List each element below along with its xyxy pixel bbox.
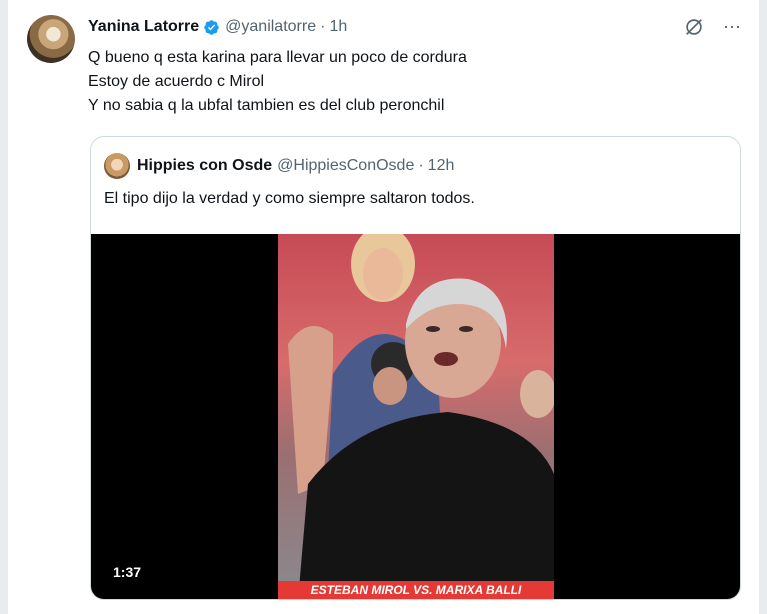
quoted-author-avatar	[104, 153, 130, 179]
author-name[interactable]: Yanina Latorre	[88, 18, 199, 36]
tweet-timestamp[interactable]: 1h	[329, 18, 347, 36]
grok-icon[interactable]	[683, 16, 705, 38]
video-duration: 1:37	[113, 564, 142, 580]
video-thumbnail	[278, 234, 554, 599]
video-scene-image	[288, 234, 554, 599]
author-handle[interactable]: @yanilatorre	[225, 18, 316, 36]
tweet-line: Y no sabia q la ubfal tambien es del clu…	[88, 97, 445, 114]
author-avatar[interactable]	[27, 15, 75, 63]
more-icon[interactable]: ⋯	[723, 17, 741, 37]
separator-dot: ·	[418, 157, 424, 174]
quoted-tweet[interactable]: Hippies con Osde @HippiesConOsde · 12h E…	[90, 136, 741, 600]
tweet-line: Q bueno q esta karina para llevar un poc…	[88, 49, 467, 66]
quoted-tweet-header: Hippies con Osde @HippiesConOsde · 12h	[104, 153, 454, 179]
video-player[interactable]: ESTEBAN MIROL VS. MARIXA BALLI 1:37	[91, 234, 740, 599]
tweet-card[interactable]: Yanina Latorre @yanilatorre · 1h ⋯ Q bue…	[8, 0, 759, 614]
quoted-author-handle: @HippiesConOsde	[277, 157, 415, 174]
separator-dot: ·	[320, 18, 326, 35]
video-caption: ESTEBAN MIROL VS. MARIXA BALLI	[278, 581, 554, 599]
verified-badge-icon	[204, 19, 219, 35]
tweet-line: Estoy de acuerdo c Mirol	[88, 73, 265, 90]
quoted-tweet-timestamp: 12h	[427, 157, 455, 174]
quoted-author-name: Hippies con Osde	[137, 157, 273, 174]
tweet-header: Yanina Latorre @yanilatorre · 1h	[88, 16, 347, 38]
quoted-tweet-text: El tipo dijo la verdad y como siempre sa…	[104, 190, 475, 207]
tweet-text: Q bueno q esta karina para llevar un poc…	[88, 46, 467, 118]
